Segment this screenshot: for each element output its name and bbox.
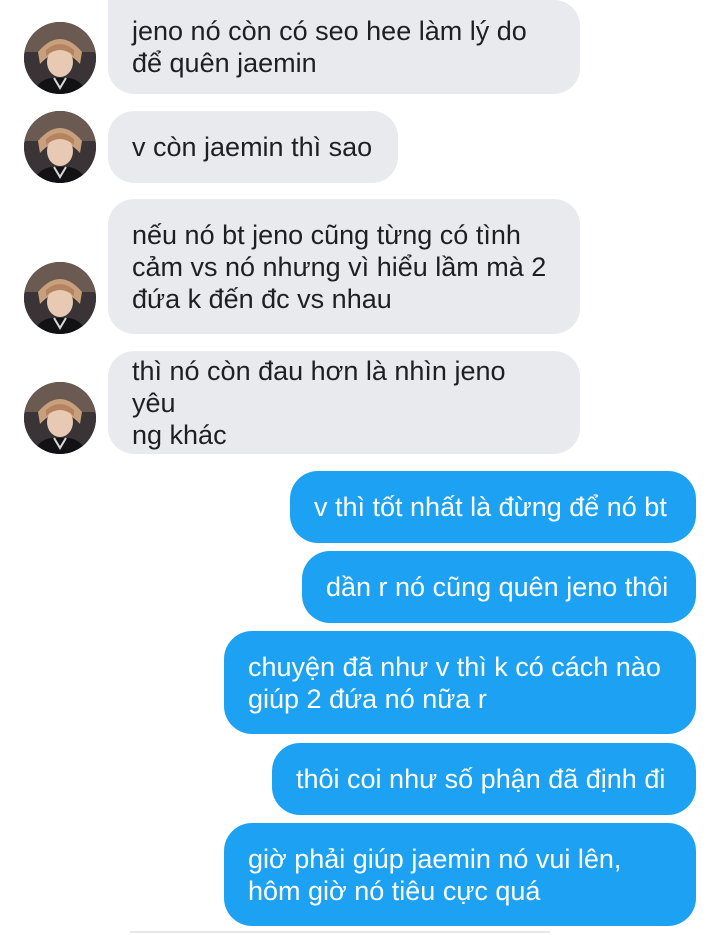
avatar-photo-icon — [24, 111, 96, 183]
avatar-photo-icon — [24, 22, 96, 94]
incoming-message-bubble[interactable]: v còn jaemin thì sao — [108, 111, 398, 183]
outgoing-message-bubble[interactable]: thôi coi như số phận đã định đi — [272, 743, 696, 815]
contact-avatar[interactable] — [24, 262, 96, 334]
incoming-message-bubble[interactable]: nếu nó bt jeno cũng từng có tình cảm vs … — [108, 199, 580, 334]
outgoing-message-bubble[interactable]: v thì tốt nhất là đừng để nó bt — [290, 471, 696, 543]
contact-avatar[interactable] — [24, 382, 96, 454]
avatar-photo-icon — [24, 382, 96, 454]
avatar-photo-icon — [24, 262, 96, 334]
incoming-message-bubble[interactable]: jeno nó còn có seo hee làm lý do để quên… — [108, 0, 580, 94]
divider — [130, 931, 550, 933]
outgoing-message-bubble[interactable]: dần r nó cũng quên jeno thôi — [302, 551, 696, 623]
contact-avatar[interactable] — [24, 111, 96, 183]
contact-avatar[interactable] — [24, 22, 96, 94]
outgoing-message-bubble[interactable]: giờ phải giúp jaemin nó vui lên, hôm giờ… — [224, 823, 696, 926]
incoming-message-bubble[interactable]: thì nó còn đau hơn là nhìn jeno yêu ng k… — [108, 351, 580, 454]
outgoing-message-bubble[interactable]: chuyện đã như v thì k có cách nào giúp 2… — [224, 631, 696, 734]
